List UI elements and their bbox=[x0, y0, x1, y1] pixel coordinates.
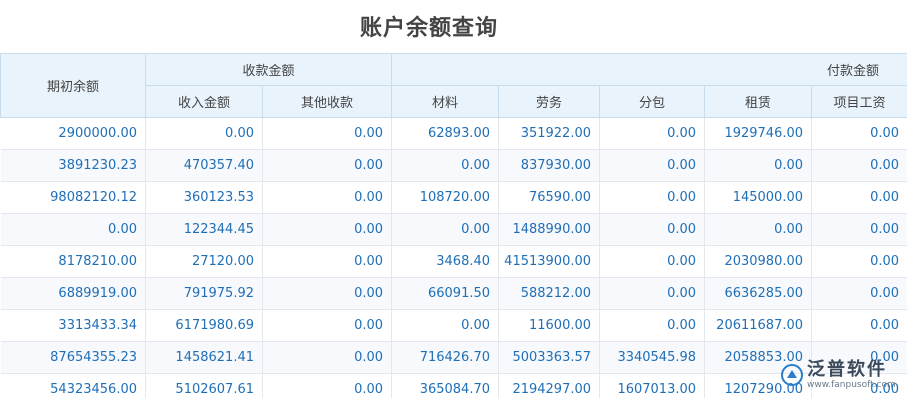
table-cell: 470357.40 bbox=[145, 149, 263, 182]
table-cell: 108720.00 bbox=[391, 181, 500, 214]
table-cell: 1488990.00 bbox=[498, 213, 601, 246]
table-cell: 0.00 bbox=[811, 117, 907, 150]
table-cell: 66091.50 bbox=[391, 277, 500, 310]
header-opening-balance: 期初余额 bbox=[0, 53, 146, 118]
table-cell: 0.00 bbox=[599, 181, 706, 214]
table-cell: 0.00 bbox=[391, 149, 500, 182]
header-sub-4: 分包 bbox=[599, 85, 706, 118]
table-cell: 3313433.34 bbox=[0, 309, 146, 342]
table-cell: 0.00 bbox=[262, 341, 393, 374]
table-cell: 0.00 bbox=[391, 309, 500, 342]
account-balance-page: 账户余额查询 期初余额 收款金额 付款金额 收入金额 其他收款 材料 劳务 分包 租赁 项目… bbox=[0, 0, 907, 398]
table-cell: 0.00 bbox=[704, 149, 813, 182]
table-cell: 1929746.00 bbox=[704, 117, 813, 150]
table-row[interactable]: 2900000.00 0.00 0.00 62893.00 351922.00 0.00 1… bbox=[0, 117, 907, 150]
header-payment-group: 付款金额 bbox=[391, 53, 907, 86]
table-row[interactable]: 54323456.00 5102607.61 0.00 365084.70 219429… bbox=[0, 373, 907, 398]
table-row[interactable]: 87654355.23 1458621.41 0.00 716426.70 500336… bbox=[0, 341, 907, 374]
table-cell: 1458621.41 bbox=[145, 341, 263, 374]
table-cell: 20611687.00 bbox=[704, 309, 813, 342]
page-title: 账户余额查询 bbox=[359, 16, 498, 41]
table-cell: 6636285.00 bbox=[704, 277, 813, 310]
table-cell: 0.00 bbox=[262, 181, 393, 214]
table-cell: 6171980.69 bbox=[145, 309, 263, 342]
table-cell: 6889919.00 bbox=[0, 277, 146, 310]
table-row[interactable]: 3891230.23 470357.40 0.00 0.00 837930.00 0.00… bbox=[0, 149, 907, 182]
table-cell: 588212.00 bbox=[498, 277, 601, 310]
table-cell: 11600.00 bbox=[498, 309, 601, 342]
table-row[interactable]: 3313433.34 6171980.69 0.00 0.00 11600.00 0.00… bbox=[0, 309, 907, 342]
table-cell: 0.00 bbox=[599, 277, 706, 310]
table-cell: 0.00 bbox=[811, 373, 907, 398]
table-cell: 0.00 bbox=[262, 245, 393, 278]
table-cell: 41513900.00 bbox=[498, 245, 601, 278]
table-cell: 0.00 bbox=[811, 181, 907, 214]
table-cell: 1207290.00 bbox=[704, 373, 813, 398]
table-cell: 0.00 bbox=[145, 117, 263, 150]
table-cell: 0.00 bbox=[599, 309, 706, 342]
table-cell: 0.00 bbox=[391, 213, 500, 246]
table-row[interactable]: 8178210.00 27120.00 0.00 3468.40 41513900.00… bbox=[0, 245, 907, 278]
table-cell: 0.00 bbox=[599, 245, 706, 278]
table-cell: 0.00 bbox=[262, 277, 393, 310]
table-cell: 3340545.98 bbox=[599, 341, 706, 374]
header-receipt-group: 收款金额 bbox=[144, 53, 393, 86]
table-cell: 2194297.00 bbox=[498, 373, 601, 398]
table-cell: 0.00 bbox=[599, 213, 706, 246]
table-cell: 0.00 bbox=[262, 149, 393, 182]
table-row[interactable]: 0.00 122344.45 0.00 0.00 1488990.00 0.00 0.00 0… bbox=[0, 213, 907, 246]
table-cell: 76590.00 bbox=[498, 181, 601, 214]
header-sub-6: 项目工资 bbox=[811, 85, 907, 118]
table-cell: 122344.45 bbox=[145, 213, 263, 246]
table-row[interactable]: 98082120.12 360123.53 0.00 108720.00 76590.0… bbox=[0, 181, 907, 214]
header-sub-3: 劳务 bbox=[498, 85, 601, 118]
table-cell: 2030980.00 bbox=[704, 245, 813, 278]
table-row[interactable]: 6889919.00 791975.92 0.00 66091.50 588212.00… bbox=[0, 277, 907, 310]
header-sub-1: 其他收款 bbox=[261, 85, 393, 118]
table-cell: 0.00 bbox=[811, 149, 907, 182]
table-cell: 62893.00 bbox=[391, 117, 500, 150]
table-cell: 0.00 bbox=[262, 309, 393, 342]
table-cell: 837930.00 bbox=[498, 149, 601, 182]
table-cell: 0.00 bbox=[811, 309, 907, 342]
table-cell: 2900000.00 bbox=[0, 117, 146, 150]
table-cell: 54323456.00 bbox=[0, 373, 146, 398]
table-cell: 0.00 bbox=[811, 341, 907, 374]
table-cell: 5003363.57 bbox=[498, 341, 601, 374]
table-cell: 5102607.61 bbox=[145, 373, 263, 398]
table-cell: 0.00 bbox=[262, 117, 393, 150]
table-cell: 3891230.23 bbox=[0, 149, 146, 182]
table-cell: 27120.00 bbox=[145, 245, 263, 278]
table-cell: 0.00 bbox=[704, 213, 813, 246]
table-cell: 2058853.00 bbox=[704, 341, 813, 374]
table-cell: 145000.00 bbox=[704, 181, 813, 214]
header-sub-2: 材料 bbox=[391, 85, 500, 118]
table-cell: 716426.70 bbox=[391, 341, 500, 374]
table-cell: 3468.40 bbox=[391, 245, 500, 278]
header-sub-0: 收入金额 bbox=[145, 85, 263, 118]
table-cell: 0.00 bbox=[0, 213, 146, 246]
balance-table: 期初余额 收款金额 付款金额 收入金额 其他收款 材料 劳务 分包 租赁 项目工资 2900… bbox=[0, 53, 907, 398]
header-sub-5: 租赁 bbox=[704, 85, 813, 118]
table-cell: 351922.00 bbox=[498, 117, 601, 150]
table-cell: 360123.53 bbox=[145, 181, 263, 214]
table-cell: 0.00 bbox=[262, 213, 393, 246]
table-cell: 0.00 bbox=[811, 245, 907, 278]
table-cell: 791975.92 bbox=[145, 277, 263, 310]
table-cell: 8178210.00 bbox=[0, 245, 146, 278]
table-cell: 87654355.23 bbox=[0, 341, 146, 374]
table-cell: 98082120.12 bbox=[0, 181, 146, 214]
table-cell: 0.00 bbox=[811, 213, 907, 246]
table-cell: 0.00 bbox=[599, 149, 706, 182]
table-cell: 0.00 bbox=[599, 117, 706, 150]
table-cell: 0.00 bbox=[811, 277, 907, 310]
table-cell: 365084.70 bbox=[391, 373, 500, 398]
table-cell: 1607013.00 bbox=[599, 373, 706, 398]
table-cell: 0.00 bbox=[262, 373, 393, 398]
